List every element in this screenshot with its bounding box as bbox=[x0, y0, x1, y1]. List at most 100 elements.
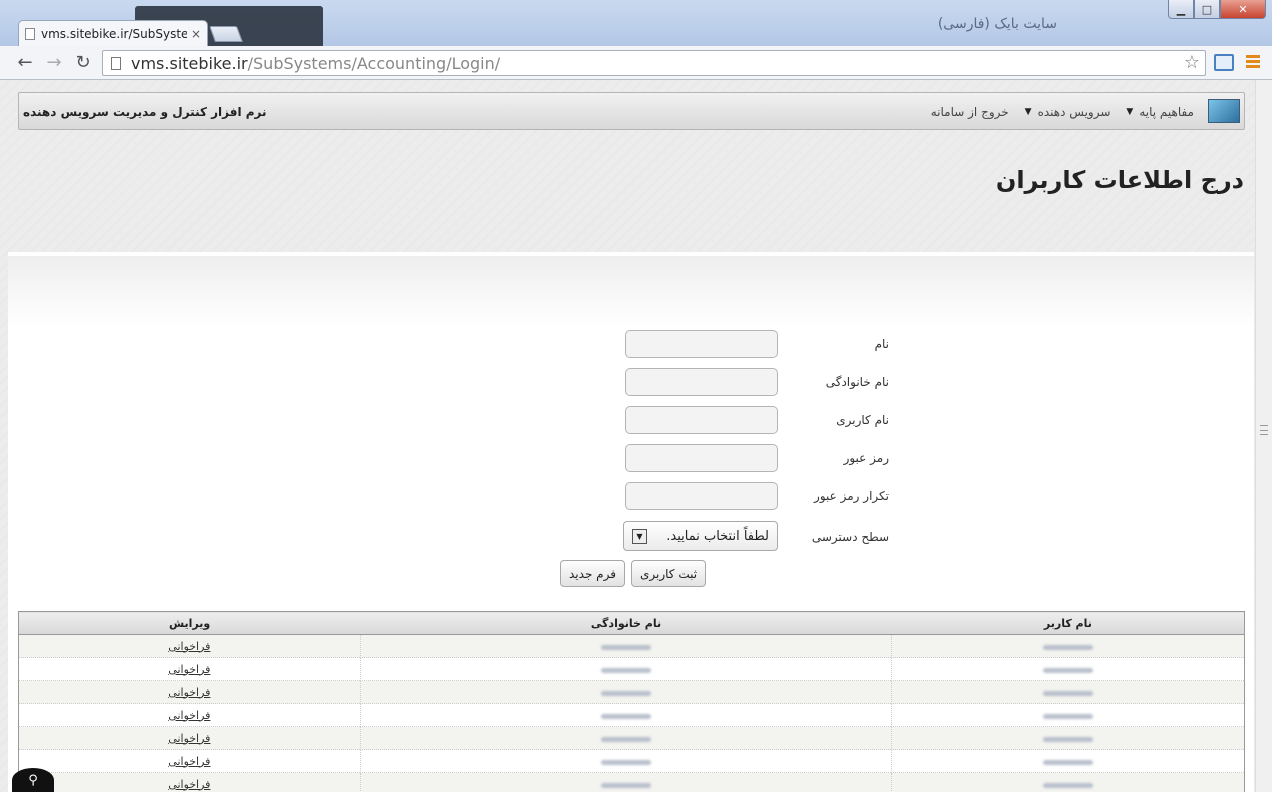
load-record-link[interactable]: فراخوانی bbox=[168, 732, 210, 745]
cell-edit: فراخوانی bbox=[18, 680, 361, 704]
username-input[interactable] bbox=[625, 406, 778, 434]
page-title: درج اطلاعات کاربران bbox=[995, 166, 1244, 194]
cell-edit: فراخوانی bbox=[18, 657, 361, 681]
new-tab-button[interactable] bbox=[209, 26, 243, 42]
reload-icon[interactable]: ↻ bbox=[72, 52, 94, 74]
cell-last-name bbox=[359, 749, 892, 773]
redacted-value bbox=[1043, 736, 1094, 742]
form-row-password: رمز عبور bbox=[8, 444, 1254, 472]
cell-last-name bbox=[359, 657, 892, 681]
cell-edit: فراخوانی bbox=[18, 634, 361, 658]
nav-item-label: سرویس دهنده bbox=[1037, 105, 1111, 119]
table-row: فراخوانی bbox=[18, 703, 1245, 727]
users-table: نام کاربر نام خانوادگی ویرایش فراخوانی ف… bbox=[18, 611, 1245, 792]
redacted-value bbox=[601, 667, 651, 673]
cell-edit: فراخوانی bbox=[18, 749, 361, 773]
url-text: vms.sitebike.ir/SubSystems/Accounting/Lo… bbox=[131, 54, 500, 73]
table-header-row: نام کاربر نام خانوادگی ویرایش bbox=[18, 611, 1245, 635]
cell-username bbox=[891, 703, 1245, 727]
form-row-first-name: نام bbox=[8, 330, 1254, 358]
browser-toolbar: ← → ↻ vms.sitebike.ir/SubSystems/Account… bbox=[0, 46, 1272, 80]
page-icon bbox=[111, 56, 121, 70]
close-window-button[interactable]: ✕ bbox=[1220, 0, 1266, 19]
cell-username bbox=[891, 634, 1245, 658]
bike-logo-icon: ⚲ bbox=[12, 768, 54, 792]
redacted-value bbox=[1043, 782, 1094, 788]
url-path: /SubSystems/Accounting/Login/ bbox=[247, 53, 501, 73]
nav-item-basic-concepts[interactable]: مفاهیم پایه ▼ bbox=[1126, 105, 1194, 119]
redacted-value bbox=[601, 782, 651, 788]
redacted-value bbox=[601, 644, 651, 650]
brand-text: نرم افزار کنترل و مدیریت سرویس دهنده bbox=[23, 105, 267, 119]
cell-username bbox=[891, 657, 1245, 681]
load-record-link[interactable]: فراخوانی bbox=[168, 755, 210, 768]
menu-icon[interactable] bbox=[1246, 55, 1260, 70]
bookmark-star-icon[interactable]: ☆ bbox=[1184, 52, 1200, 73]
password-repeat-label: تکرار رمز عبور bbox=[814, 489, 889, 503]
form-row-username: نام کاربری bbox=[8, 406, 1254, 434]
table-row: فراخوانی bbox=[18, 680, 1245, 704]
back-icon[interactable]: ← bbox=[14, 52, 36, 74]
column-header-last-name[interactable]: نام خانوادگی bbox=[360, 611, 892, 635]
window-controls: ▁ □ ✕ bbox=[1168, 0, 1266, 19]
redacted-value bbox=[1043, 667, 1094, 673]
address-bar[interactable]: vms.sitebike.ir/SubSystems/Accounting/Lo… bbox=[102, 50, 1206, 76]
load-record-link[interactable]: فراخوانی bbox=[168, 663, 210, 676]
browser-tab[interactable]: vms.sitebike.ir/SubSystem × bbox=[18, 20, 208, 46]
redacted-value bbox=[1043, 713, 1094, 719]
submit-user-button[interactable]: ثبت کاربری bbox=[631, 560, 707, 587]
cell-username bbox=[891, 680, 1245, 704]
table-row: فراخوانی bbox=[18, 634, 1245, 658]
column-header-username[interactable]: نام کاربر bbox=[891, 611, 1245, 635]
redacted-value bbox=[1043, 644, 1094, 650]
vertical-scrollbar[interactable] bbox=[1255, 80, 1272, 792]
nav-item-label: خروج از سامانه bbox=[930, 105, 1009, 119]
table-row: فراخوانی bbox=[18, 749, 1245, 773]
load-record-link[interactable]: فراخوانی bbox=[168, 709, 210, 722]
forward-icon[interactable]: → bbox=[43, 52, 65, 74]
redacted-value bbox=[1043, 690, 1094, 696]
tab-close-icon[interactable]: × bbox=[191, 27, 201, 41]
tab-title: vms.sitebike.ir/SubSystem bbox=[41, 26, 187, 41]
load-record-link[interactable]: فراخوانی bbox=[168, 686, 210, 699]
password-input[interactable] bbox=[625, 444, 778, 472]
maximize-button[interactable]: □ bbox=[1194, 0, 1220, 19]
nav-item-label: مفاهیم پایه bbox=[1139, 105, 1194, 119]
nav-item-service-provider[interactable]: سرویس دهنده ▼ bbox=[1025, 105, 1111, 119]
scrollbar-grip-icon[interactable] bbox=[1260, 425, 1268, 435]
load-record-link[interactable]: فراخوانی bbox=[168, 778, 210, 791]
column-header-edit[interactable]: ویرایش bbox=[18, 611, 361, 635]
access-level-select[interactable]: لطفاً انتخاب نمایید. ▼ bbox=[623, 521, 778, 551]
cell-last-name bbox=[359, 634, 892, 658]
last-name-input[interactable] bbox=[625, 368, 778, 396]
cell-edit: فراخوانی bbox=[18, 772, 361, 792]
nav-item-logout[interactable]: خروج از سامانه bbox=[931, 105, 1009, 119]
cell-last-name bbox=[359, 703, 892, 727]
redacted-value bbox=[601, 690, 651, 696]
caret-down-icon: ▼ bbox=[1126, 107, 1134, 117]
page-icon bbox=[25, 27, 35, 40]
first-name-label: نام bbox=[874, 337, 889, 351]
nav-menu: مفاهیم پایه ▼ سرویس دهنده ▼ خروج از ساما… bbox=[931, 93, 1194, 131]
table-row: فراخوانی bbox=[18, 657, 1245, 681]
table-row: فراخوانی bbox=[18, 772, 1245, 792]
app-logo-icon bbox=[1208, 99, 1240, 123]
username-label: نام کاربری bbox=[836, 413, 889, 427]
extension-icon[interactable] bbox=[1214, 54, 1234, 71]
password-repeat-input[interactable] bbox=[625, 482, 778, 510]
password-label: رمز عبور bbox=[843, 451, 889, 465]
cell-last-name bbox=[359, 772, 892, 792]
cell-last-name bbox=[359, 726, 892, 750]
window-titlebar: سایت بایک (فارسی) ▁ □ ✕ vms.sitebike.ir/… bbox=[0, 0, 1272, 46]
minimize-button[interactable]: ▁ bbox=[1168, 0, 1194, 19]
cell-username bbox=[891, 772, 1245, 792]
new-form-button[interactable]: فرم جدید bbox=[560, 560, 625, 587]
cell-username bbox=[891, 726, 1245, 750]
url-host: vms.sitebike.ir bbox=[131, 53, 248, 73]
form-row-password-repeat: تکرار رمز عبور bbox=[8, 482, 1254, 510]
first-name-input[interactable] bbox=[625, 330, 778, 358]
load-record-link[interactable]: فراخوانی bbox=[168, 640, 210, 653]
cell-username bbox=[891, 749, 1245, 773]
access-level-label: سطح دسترسی bbox=[811, 530, 889, 544]
redacted-value bbox=[1043, 759, 1094, 765]
